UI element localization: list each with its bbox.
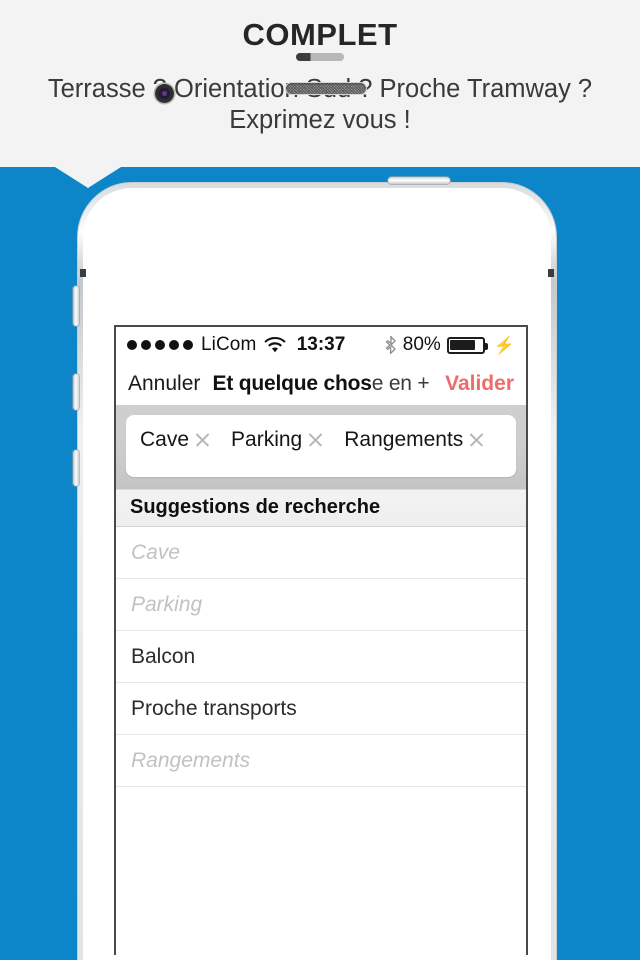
list-item[interactable]: Cave xyxy=(116,527,526,579)
battery-icon xyxy=(446,336,488,354)
promo-title: COMPLET xyxy=(242,17,398,52)
navigation-bar: Annuler Et quelque chose en + Valider xyxy=(116,363,526,405)
suggestions-section-header: Suggestions de recherche xyxy=(116,489,526,527)
front-camera-icon xyxy=(155,84,174,103)
status-bar-left: LiCom xyxy=(127,334,287,356)
signal-dot xyxy=(169,340,179,350)
cancel-button[interactable]: Annuler xyxy=(128,372,200,396)
token-label: Rangements xyxy=(344,428,464,451)
list-item[interactable]: Proche transports xyxy=(116,683,526,735)
battery-percentage-label: 80% xyxy=(402,334,441,355)
screenshot-stage: COMPLET Terrasse ? Orientation Sud ? Pro… xyxy=(0,0,640,960)
battery-fill xyxy=(450,340,476,350)
list-item-label: Parking xyxy=(131,592,203,616)
signal-strength-icon xyxy=(127,340,193,350)
list-item[interactable]: Balcon xyxy=(116,631,526,683)
list-item-label: Balcon xyxy=(131,644,196,668)
carrier-label: LiCom xyxy=(201,334,257,355)
token-label: Cave xyxy=(140,428,190,451)
list-item-label: Proche transports xyxy=(131,696,297,720)
token-label: Parking xyxy=(231,428,303,451)
signal-dot xyxy=(127,340,137,350)
page-title-light: e en + xyxy=(371,372,430,395)
wifi-icon xyxy=(264,337,287,353)
close-x-icon[interactable] xyxy=(468,431,485,448)
token-field[interactable]: Cave Parking Rangements xyxy=(126,415,516,477)
antenna-break-right-icon xyxy=(548,269,554,277)
bluetooth-icon xyxy=(385,336,396,354)
list-item-label: Cave xyxy=(131,540,181,564)
close-x-icon[interactable] xyxy=(307,431,324,448)
signal-dot xyxy=(183,340,193,350)
token-field-container: Cave Parking Rangements xyxy=(116,405,526,489)
speech-bubble-notch xyxy=(55,167,121,188)
list-item[interactable]: Parking xyxy=(116,579,526,631)
proximity-sensor-icon xyxy=(296,53,344,61)
validate-button[interactable]: Valider xyxy=(445,372,514,396)
antenna-break-left-icon xyxy=(80,269,86,277)
token-chip[interactable]: Parking xyxy=(231,428,324,451)
list-empty-area xyxy=(116,787,526,955)
list-item-label: Rangements xyxy=(131,748,251,772)
status-bar: LiCom 13:37 80% ⚡ xyxy=(116,327,526,363)
suggestions-list: Cave Parking Balcon Proche transports Ra… xyxy=(116,527,526,955)
promo-subtitle-line-2: Exprimez vous ! xyxy=(229,106,411,134)
signal-dot xyxy=(141,340,151,350)
lightning-bolt-icon: ⚡ xyxy=(493,335,515,355)
close-x-icon[interactable] xyxy=(194,431,211,448)
page-title-bold: Et quelque chos xyxy=(212,372,372,395)
list-item[interactable]: Rangements xyxy=(116,735,526,787)
power-button[interactable] xyxy=(388,177,450,184)
token-chip[interactable]: Rangements xyxy=(344,428,485,451)
earpiece-speaker-icon xyxy=(286,83,366,94)
signal-dot xyxy=(155,340,165,350)
mute-switch-button[interactable] xyxy=(73,286,79,326)
token-chip[interactable]: Cave xyxy=(140,428,211,451)
volume-up-button[interactable] xyxy=(73,374,79,410)
phone-screen: LiCom 13:37 80% ⚡ Annuler Et quelque cho… xyxy=(114,325,528,955)
volume-down-button[interactable] xyxy=(73,450,79,486)
status-bar-right: 80% ⚡ xyxy=(385,334,515,356)
